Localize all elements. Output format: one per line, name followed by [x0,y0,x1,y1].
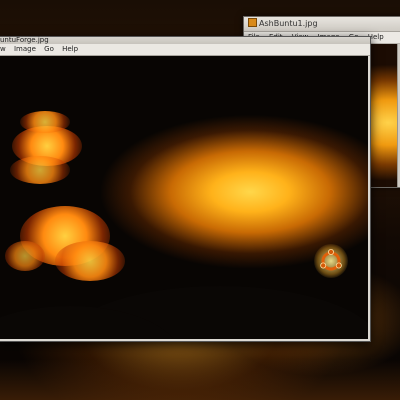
main-window-menubar: w Image Go Help [0,44,370,56]
image-file-icon [248,18,257,27]
lava-glow [10,156,70,184]
main-window-image [0,56,368,339]
background-window-titlebar[interactable]: AshBuntu1.jpg [244,17,400,32]
menu-view-partial[interactable]: w [0,45,6,53]
ubuntu-logo-icon [314,244,348,278]
main-window-title: untuForge.jpg [0,36,49,44]
menu-go[interactable]: Go [44,45,54,53]
desktop-haze [0,360,400,400]
main-window-titlebar[interactable]: untuForge.jpg [0,36,370,44]
main-image-window[interactable]: untuForge.jpg w Image Go Help [0,36,371,342]
lava-glow [55,241,125,281]
menu-image[interactable]: Image [14,45,36,53]
background-window-title: AshBuntu1.jpg [259,19,318,28]
lava-glow [20,111,70,133]
menu-help[interactable]: Help [62,45,78,53]
lava-glow [5,241,45,271]
